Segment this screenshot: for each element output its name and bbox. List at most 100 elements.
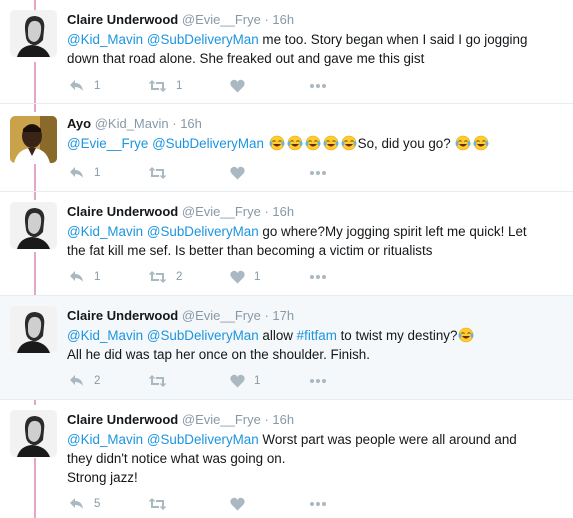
tweet-text-line: So, did you go? bbox=[357, 136, 451, 151]
more-icon bbox=[309, 501, 327, 507]
tweet-header: Ayo @Kid_Mavin · 16h bbox=[67, 116, 202, 131]
heart-icon bbox=[230, 374, 245, 388]
timestamp[interactable]: 16h bbox=[272, 204, 294, 219]
tears-of-joy-emoji-icon bbox=[455, 135, 471, 151]
separator-dot: · bbox=[264, 308, 269, 323]
more-button[interactable] bbox=[309, 372, 327, 390]
heart-icon bbox=[230, 497, 245, 511]
like-button[interactable] bbox=[230, 77, 254, 95]
user-handle[interactable]: @Evie__Frye bbox=[182, 12, 261, 27]
retweet-button[interactable]: 1 bbox=[148, 77, 182, 95]
retweet-button[interactable]: 2 bbox=[148, 268, 182, 286]
reply-button[interactable]: 2 bbox=[69, 372, 100, 390]
separator-dot: · bbox=[264, 204, 269, 219]
retweet-button[interactable] bbox=[148, 495, 176, 513]
display-name[interactable]: Claire Underwood bbox=[67, 412, 178, 427]
timestamp[interactable]: 16h bbox=[272, 412, 294, 427]
heart-icon bbox=[230, 270, 245, 284]
tweet-text-line: Worst part was people were all around an… bbox=[258, 432, 517, 447]
tweet[interactable]: Claire Underwood @Evie__Frye · 16h @Kid_… bbox=[0, 400, 573, 518]
heart-icon bbox=[230, 79, 245, 93]
avatar[interactable] bbox=[10, 116, 57, 163]
tweet-header: Claire Underwood @Evie__Frye · 16h bbox=[67, 12, 294, 27]
tears-of-joy-emoji-icon bbox=[458, 327, 474, 343]
user-handle[interactable]: @Evie__Frye bbox=[182, 412, 261, 427]
separator-dot: · bbox=[264, 12, 269, 27]
tweet-text-segment: allow bbox=[258, 328, 297, 343]
like-button[interactable] bbox=[230, 164, 254, 182]
tears-of-joy-emoji-icon bbox=[323, 135, 339, 151]
retweet-button[interactable] bbox=[148, 372, 176, 390]
tears-of-joy-emoji-icon bbox=[473, 135, 489, 151]
reply-count: 1 bbox=[94, 80, 101, 92]
tweet-header: Claire Underwood @Evie__Frye · 17h bbox=[67, 308, 294, 323]
mention-link[interactable]: @SubDeliveryMan bbox=[147, 224, 259, 239]
tweet-highlighted[interactable]: Claire Underwood @Evie__Frye · 17h @Kid_… bbox=[0, 296, 573, 400]
more-button[interactable] bbox=[309, 164, 327, 182]
timestamp[interactable]: 16h bbox=[272, 12, 294, 27]
like-count: 1 bbox=[254, 271, 261, 283]
reply-count: 5 bbox=[94, 498, 101, 510]
display-name[interactable]: Claire Underwood bbox=[67, 308, 178, 323]
like-count: 1 bbox=[254, 375, 261, 387]
tears-of-joy-emoji-icon bbox=[305, 135, 321, 151]
mention-link[interactable]: @SubDeliveryMan bbox=[147, 328, 259, 343]
more-icon bbox=[309, 83, 327, 89]
mention-link[interactable]: @Kid_Mavin bbox=[67, 328, 143, 343]
tweet-text: @Kid_Mavin @SubDeliveryMan allow #fitfam… bbox=[67, 326, 567, 364]
reply-button[interactable]: 1 bbox=[69, 268, 100, 286]
more-button[interactable] bbox=[309, 268, 327, 286]
like-button[interactable] bbox=[230, 495, 254, 513]
tweet-text-line: down that road alone. She freaked out an… bbox=[67, 51, 425, 66]
display-name[interactable]: Claire Underwood bbox=[67, 204, 178, 219]
avatar[interactable] bbox=[10, 410, 57, 457]
tweet[interactable]: Claire Underwood @Evie__Frye · 16h @Kid_… bbox=[0, 192, 573, 296]
timestamp[interactable]: 16h bbox=[180, 116, 202, 131]
tweet-text-line: me too. Story began when I said I go jog… bbox=[258, 32, 528, 47]
retweet-icon bbox=[148, 166, 167, 180]
mention-link[interactable]: @Kid_Mavin bbox=[67, 432, 143, 447]
display-name[interactable]: Ayo bbox=[67, 116, 91, 131]
like-button[interactable]: 1 bbox=[230, 372, 260, 390]
timestamp[interactable]: 17h bbox=[272, 308, 294, 323]
separator-dot: · bbox=[172, 116, 177, 131]
more-icon bbox=[309, 274, 327, 280]
more-button[interactable] bbox=[309, 495, 327, 513]
user-handle[interactable]: @Evie__Frye bbox=[182, 308, 261, 323]
mention-link[interactable]: @Kid_Mavin bbox=[67, 32, 143, 47]
tweet[interactable]: Ayo @Kid_Mavin · 16h @Evie__Frye @SubDel… bbox=[0, 104, 573, 192]
more-icon bbox=[309, 378, 327, 384]
mention-link[interactable]: @SubDeliveryMan bbox=[152, 136, 264, 151]
user-handle[interactable]: @Evie__Frye bbox=[182, 204, 261, 219]
retweet-button[interactable] bbox=[148, 164, 176, 182]
more-button[interactable] bbox=[309, 77, 327, 95]
reply-icon bbox=[69, 497, 85, 511]
user-handle[interactable]: @Kid_Mavin bbox=[95, 116, 169, 131]
mention-link[interactable]: @SubDeliveryMan bbox=[147, 432, 259, 447]
tweet-text: @Kid_Mavin @SubDeliveryMan go where?My j… bbox=[67, 222, 567, 260]
avatar[interactable] bbox=[10, 10, 57, 57]
retweet-icon bbox=[148, 270, 167, 284]
hashtag-link[interactable]: #fitfam bbox=[297, 328, 337, 343]
retweet-icon bbox=[148, 79, 167, 93]
reply-icon bbox=[69, 166, 85, 180]
retweet-count: 2 bbox=[176, 271, 183, 283]
avatar[interactable] bbox=[10, 306, 57, 353]
reply-count: 2 bbox=[94, 375, 101, 387]
tweet[interactable]: Claire Underwood @Evie__Frye · 16h @Kid_… bbox=[0, 0, 573, 104]
reply-button[interactable]: 5 bbox=[69, 495, 100, 513]
tweet-header: Claire Underwood @Evie__Frye · 16h bbox=[67, 412, 294, 427]
mention-link[interactable]: @SubDeliveryMan bbox=[147, 32, 259, 47]
reply-count: 1 bbox=[94, 167, 101, 179]
reply-button[interactable]: 1 bbox=[69, 164, 100, 182]
retweet-icon bbox=[148, 374, 167, 388]
separator-dot: · bbox=[264, 412, 269, 427]
reply-icon bbox=[69, 79, 85, 93]
reply-icon bbox=[69, 270, 85, 284]
avatar[interactable] bbox=[10, 202, 57, 249]
mention-link[interactable]: @Kid_Mavin bbox=[67, 224, 143, 239]
display-name[interactable]: Claire Underwood bbox=[67, 12, 178, 27]
reply-button[interactable]: 1 bbox=[69, 77, 100, 95]
like-button[interactable]: 1 bbox=[230, 268, 260, 286]
mention-link[interactable]: @Evie__Frye bbox=[67, 136, 148, 151]
